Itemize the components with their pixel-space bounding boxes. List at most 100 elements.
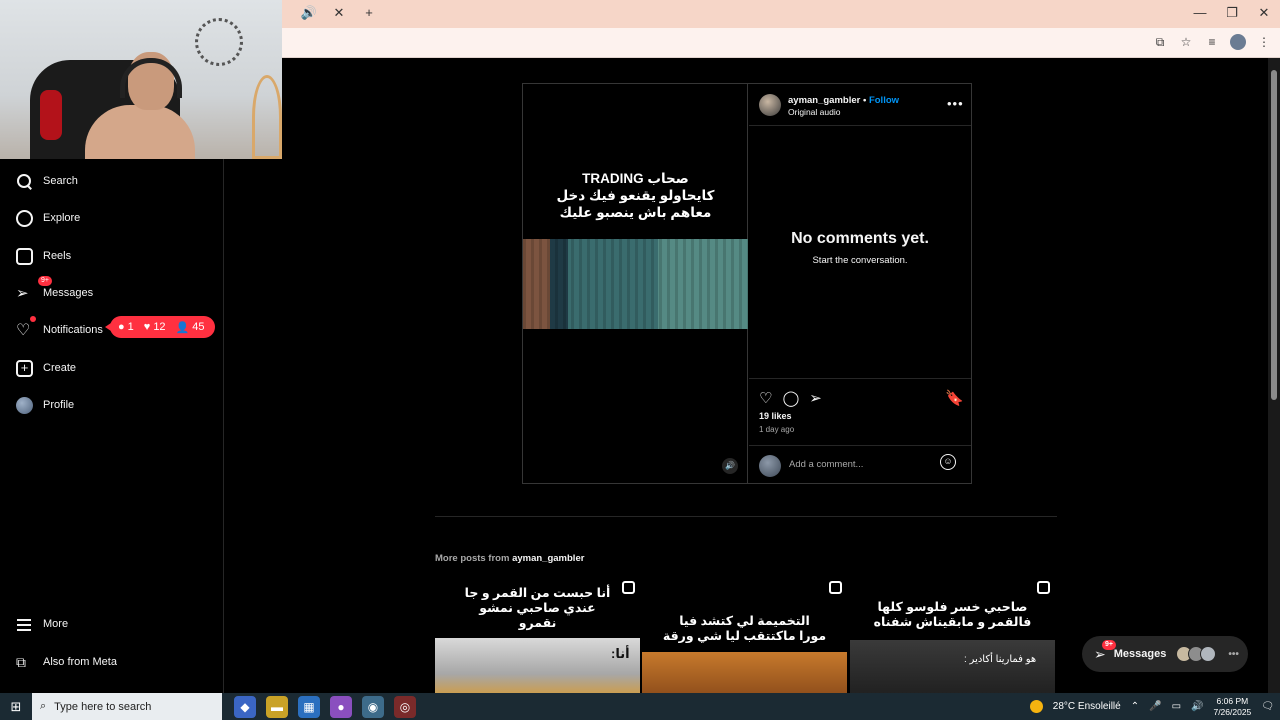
obs-icon[interactable]: ◎ xyxy=(394,695,416,718)
grid-post-1[interactable]: أنا حبست من القمر و جا عندي صاحبي نمشو ن… xyxy=(435,578,640,693)
chat-avatar xyxy=(1200,646,1217,662)
comment-input[interactable]: Add a comment... xyxy=(789,459,863,470)
notification-center-icon[interactable]: 🗨 xyxy=(1261,701,1274,712)
sidebar-item-notifications[interactable]: ♡ Notifications xyxy=(16,316,103,343)
tile-image xyxy=(850,640,1055,693)
page-scrollbar[interactable] xyxy=(1268,58,1280,693)
section-divider xyxy=(435,516,1057,517)
sidebar-item-search[interactable]: Search xyxy=(16,168,78,194)
taskbar-search[interactable]: ⌕ Type here to search xyxy=(32,693,222,720)
store-icon[interactable]: ▦ xyxy=(298,695,320,718)
sidebar-item-profile[interactable]: Profile xyxy=(16,392,74,418)
scrollbar-thumb[interactable] xyxy=(1271,70,1277,400)
profile-icon[interactable] xyxy=(1230,34,1246,50)
author-username[interactable]: ayman_gambler xyxy=(788,95,860,106)
sidebar: Search Explore Reels ➢ 9+ Messages ♡ Not… xyxy=(0,159,224,693)
comment-count: ● 1 xyxy=(118,321,134,333)
weather-text[interactable]: 28°C Ensoleillé xyxy=(1053,701,1121,712)
follow-button[interactable]: Follow xyxy=(869,95,899,106)
sidebar-item-reels[interactable]: Reels xyxy=(16,243,71,269)
person-icon: 👤 xyxy=(175,321,190,334)
windows-start-icon[interactable]: ⊞ xyxy=(0,693,32,720)
sidebar-item-more[interactable]: More xyxy=(16,611,68,637)
reel-icon xyxy=(829,581,842,594)
more-dots-icon: ••• xyxy=(1228,648,1239,660)
more-posts-heading: More posts from ayman_gambler xyxy=(435,553,584,564)
bookmark-icon[interactable]: 🔖 xyxy=(945,389,964,407)
notification-summary-pill[interactable]: ● 1 ♥ 12 👤 45 xyxy=(105,316,215,338)
tab-audio-icon[interactable]: 🔊 xyxy=(300,5,318,21)
windows-taskbar: ⊞ ⌕ Type here to search ◆ ▬ ▦ ● ◉ ◎ 28°C… xyxy=(0,693,1280,720)
volume-icon[interactable]: 🔊 xyxy=(1191,701,1203,712)
new-tab-icon[interactable]: + xyxy=(360,5,378,21)
tray-chevron-icon[interactable]: ⌃ xyxy=(1131,701,1139,712)
sidebar-item-label: More xyxy=(43,618,69,630)
heart-icon: ♡ xyxy=(16,321,31,339)
author-avatar[interactable] xyxy=(759,94,781,116)
floating-messages-label: Messages xyxy=(1113,648,1167,660)
window-close-icon[interactable]: ✕ xyxy=(1248,0,1280,28)
tile-text-line: التخميمة لي كتشد فيا xyxy=(679,614,810,628)
post-panel: صحاب TRADING كايحاولو يقنعو فيك دخل معاه… xyxy=(522,83,972,484)
messenger-icon: ➢ xyxy=(16,284,29,302)
tile-text: التخميمة لي كتشد فيا مورا ماكتتقب ليا شي… xyxy=(642,614,847,644)
install-icon[interactable]: ⧉ xyxy=(1152,34,1168,50)
sidebar-item-messages[interactable]: ➢ 9+ Messages xyxy=(16,276,94,306)
plus-icon: + xyxy=(16,359,33,377)
sidebar-item-label: Notifications xyxy=(43,324,103,336)
separator-dot: • xyxy=(862,95,867,106)
post-actions: ♡ ◯ ➢ 🔖 19 likes 1 day ago Add a comment… xyxy=(749,378,971,483)
copilot-icon[interactable]: ◆ xyxy=(234,695,256,718)
like-heart-icon[interactable]: ♡ xyxy=(759,389,772,407)
mute-icon[interactable]: 🔊 xyxy=(722,458,738,474)
taskbar-search-placeholder: Type here to search xyxy=(54,700,152,713)
sidebar-item-label: Messages xyxy=(43,287,94,299)
compass-icon xyxy=(16,209,33,227)
more-options-icon[interactable]: ••• xyxy=(947,96,964,111)
clock-time: 6:06 PM xyxy=(1216,695,1249,706)
post-timestamp: 1 day ago xyxy=(759,425,795,434)
file-explorer-icon[interactable]: ▬ xyxy=(266,695,288,718)
sidebar-item-create[interactable]: + Create xyxy=(16,355,76,381)
audio-label[interactable]: Original audio xyxy=(788,107,840,117)
grid-post-3[interactable]: صاحبي خسر فلوسو كلها فالقمر و مابقيناش ش… xyxy=(850,578,1055,693)
minimize-icon[interactable]: — xyxy=(1184,0,1216,28)
author-line: ayman_gambler • Follow xyxy=(788,95,899,106)
media-text-line: معاهم باش ينصبو عليك xyxy=(559,205,712,220)
taskbar-clock[interactable]: 6:06 PM 7/26/2025 xyxy=(1213,696,1251,718)
comment-icon: ● xyxy=(118,321,125,333)
comment-count-value: 1 xyxy=(127,321,134,333)
sidebar-item-also-from-meta[interactable]: ⧉ Also from Meta xyxy=(16,649,117,675)
like-count-label[interactable]: 19 likes xyxy=(759,411,792,421)
grid-post-2[interactable]: التخميمة لي كتشد فيا مورا ماكتتقب ليا شي… xyxy=(642,578,847,693)
sidebar-item-explore[interactable]: Explore xyxy=(16,205,80,231)
post-media[interactable]: صحاب TRADING كايحاولو يقنعو فيك دخل معاه… xyxy=(523,84,748,483)
media-caption-text: صحاب TRADING كايحاولو يقنعو فيك دخل معاه… xyxy=(523,170,748,221)
more-posts-prefix: More posts from xyxy=(435,553,510,564)
emoji-icon[interactable]: ☺ xyxy=(940,454,956,470)
messenger-icon: ➢ 9+ xyxy=(1094,639,1116,663)
profile-avatar xyxy=(16,396,33,414)
microphone-icon[interactable]: 🎤 xyxy=(1149,701,1161,712)
network-icon[interactable]: ▭ xyxy=(1172,701,1181,712)
lamp xyxy=(252,75,282,159)
more-posts-username[interactable]: ayman_gambler xyxy=(512,553,584,564)
comment-bubble-icon[interactable]: ◯ xyxy=(782,389,799,407)
wall-art xyxy=(195,18,243,66)
meta-icon: ⧉ xyxy=(16,653,26,670)
tab-close-icon[interactable]: ✕ xyxy=(330,5,348,21)
menu-icon[interactable]: ⋮ xyxy=(1256,34,1272,50)
floating-messages-button[interactable]: ➢ 9+ Messages ••• xyxy=(1082,636,1248,672)
restore-icon[interactable]: ❐ xyxy=(1216,0,1248,28)
follow-count: 👤 45 xyxy=(176,321,205,334)
viewer-avatar xyxy=(759,455,781,477)
media-icon[interactable]: ≡ xyxy=(1204,34,1220,50)
chrome-icon[interactable]: ◉ xyxy=(362,695,384,718)
messenger-app-icon[interactable]: ● xyxy=(330,695,352,718)
search-icon: ⌕ xyxy=(40,700,47,712)
chair-accent xyxy=(40,90,62,140)
star-icon[interactable]: ☆ xyxy=(1178,34,1194,50)
share-icon[interactable]: ➢ xyxy=(809,389,822,407)
tile-text-line: أنا حبست من القمر و جا xyxy=(464,586,611,600)
reel-icon xyxy=(1037,581,1050,594)
